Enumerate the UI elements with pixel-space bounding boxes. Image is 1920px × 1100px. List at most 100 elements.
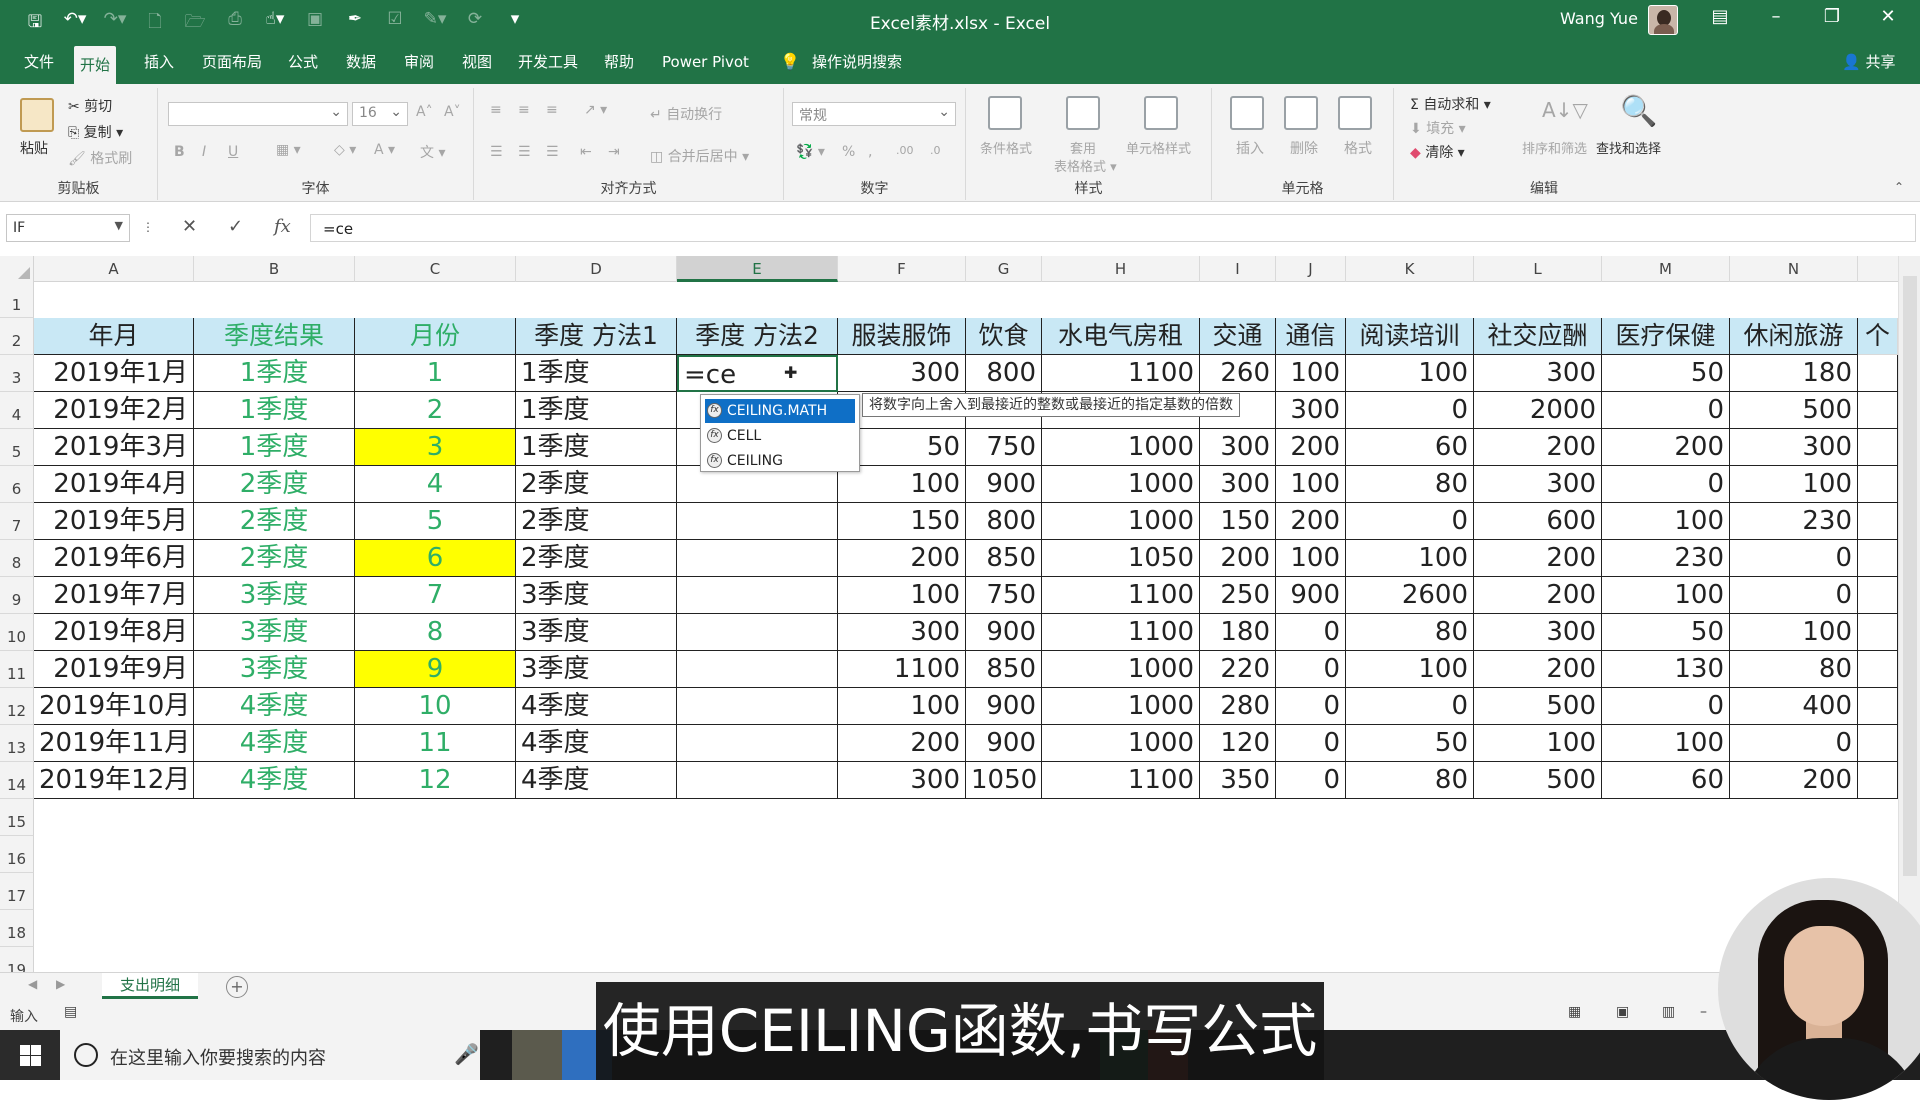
table-cell[interactable]: 100 bbox=[1276, 355, 1346, 392]
table-cell[interactable]: 7 bbox=[355, 577, 516, 614]
row-header-11[interactable]: 11 bbox=[0, 651, 34, 688]
table-cell[interactable]: 260 bbox=[1200, 355, 1276, 392]
minimize-icon[interactable]: – bbox=[1756, 6, 1796, 27]
format-cells-icon[interactable] bbox=[1338, 96, 1372, 130]
table-cell[interactable]: 6 bbox=[355, 540, 516, 577]
table-cell[interactable]: 130 bbox=[1602, 651, 1730, 688]
clear-button[interactable]: ◆ 清除 ▾ bbox=[1410, 142, 1465, 162]
table-cell[interactable]: 2019年7月 bbox=[34, 577, 194, 614]
table-cell[interactable]: 2600 bbox=[1346, 577, 1474, 614]
column-header-j[interactable]: J bbox=[1276, 256, 1346, 282]
collapse-ribbon-icon[interactable]: ⌃ bbox=[1894, 180, 1904, 194]
table-cell[interactable] bbox=[1858, 651, 1898, 688]
table-cell[interactable]: 3季度 bbox=[516, 577, 677, 614]
table-cell[interactable]: 0 bbox=[1730, 725, 1858, 762]
table-cell[interactable]: 100 bbox=[1346, 355, 1474, 392]
table-header-cell[interactable]: 交通 bbox=[1200, 318, 1276, 355]
table-cell[interactable]: 300 bbox=[1276, 392, 1346, 429]
format-as-table-icon[interactable] bbox=[1066, 96, 1100, 130]
autocomplete-item[interactable]: fx CELL bbox=[705, 424, 855, 448]
table-cell[interactable]: 200 bbox=[1730, 762, 1858, 799]
confirm-entry-icon[interactable]: ✓ bbox=[228, 216, 243, 237]
table-cell[interactable] bbox=[677, 651, 838, 688]
tell-me-search[interactable]: 操作说明搜索 bbox=[806, 40, 908, 84]
table-cell[interactable]: 1000 bbox=[1042, 466, 1200, 503]
table-cell[interactable] bbox=[677, 725, 838, 762]
formula-input[interactable]: =ce bbox=[310, 214, 1916, 242]
sheet-scroll-left-icon[interactable]: ◀ bbox=[28, 977, 37, 991]
table-header-cell[interactable]: 通信 bbox=[1276, 318, 1346, 355]
table-header-cell[interactable]: 饮食 bbox=[966, 318, 1042, 355]
select-all-button[interactable] bbox=[0, 256, 34, 282]
tab-insert[interactable]: 插入 bbox=[138, 40, 180, 84]
sheet-tab-expense-detail[interactable]: 支出明细 bbox=[102, 973, 198, 999]
row-header-12[interactable]: 12 bbox=[0, 688, 34, 725]
page-break-view-icon[interactable]: ▥ bbox=[1662, 1004, 1675, 1020]
table-cell[interactable] bbox=[677, 688, 838, 725]
table-cell[interactable]: 300 bbox=[1200, 429, 1276, 466]
table-header-cell[interactable]: 季度 方法1 bbox=[516, 318, 677, 355]
screenshot-icon[interactable]: ▣ bbox=[302, 9, 328, 38]
table-cell[interactable] bbox=[1858, 614, 1898, 651]
row-header-19[interactable]: 19 bbox=[0, 947, 34, 972]
orientation-icon[interactable]: ↗ ▾ bbox=[584, 102, 607, 118]
copy-button[interactable]: ⎘ 复制 ▾ bbox=[68, 122, 123, 142]
scrollbar-thumb[interactable] bbox=[1903, 276, 1917, 876]
format-painter-button[interactable]: 🖌 格式刷 bbox=[68, 148, 132, 168]
taskbar-search[interactable]: 在这里输入你要搜索的内容 🎤 bbox=[60, 1030, 480, 1080]
phonetic-icon[interactable]: 文 ▾ bbox=[420, 142, 445, 162]
table-cell[interactable]: 2季度 bbox=[194, 503, 355, 540]
align-center-icon[interactable]: ☰ bbox=[518, 144, 531, 160]
increase-indent-icon[interactable]: ⇥ bbox=[608, 144, 620, 160]
table-header-cell[interactable]: 水电气房租 bbox=[1042, 318, 1200, 355]
tab-developer[interactable]: 开发工具 bbox=[512, 40, 584, 84]
bold-button[interactable]: B bbox=[174, 144, 185, 160]
table-cell[interactable] bbox=[677, 614, 838, 651]
column-header-c[interactable]: C bbox=[355, 256, 516, 282]
table-cell[interactable]: 300 bbox=[1730, 429, 1858, 466]
table-cell[interactable]: 0 bbox=[1730, 540, 1858, 577]
tab-data[interactable]: 数据 bbox=[340, 40, 382, 84]
table-cell[interactable]: 500 bbox=[1474, 762, 1602, 799]
table-cell[interactable]: 0 bbox=[1276, 688, 1346, 725]
conditional-formatting-icon[interactable] bbox=[988, 96, 1022, 130]
table-cell[interactable]: 2019年11月 bbox=[34, 725, 194, 762]
table-cell[interactable]: 200 bbox=[1276, 429, 1346, 466]
table-cell[interactable]: 2季度 bbox=[516, 540, 677, 577]
wrap-text-button[interactable]: ↵ 自动换行 bbox=[650, 104, 722, 124]
comma-icon[interactable]: , bbox=[868, 144, 872, 160]
table-header-cell[interactable]: 年月 bbox=[34, 318, 194, 355]
table-header-cell[interactable]: 季度结果 bbox=[194, 318, 355, 355]
table-cell[interactable]: 200 bbox=[1474, 577, 1602, 614]
microphone-icon[interactable]: 🎤 bbox=[454, 1042, 479, 1066]
table-header-cell[interactable]: 社交应酬 bbox=[1474, 318, 1602, 355]
table-cell[interactable]: 200 bbox=[1276, 503, 1346, 540]
table-cell[interactable]: 500 bbox=[1730, 392, 1858, 429]
table-cell[interactable]: 2 bbox=[355, 392, 516, 429]
table-cell[interactable]: 2000 bbox=[1474, 392, 1602, 429]
table-header-cell[interactable]: 季度 方法2 bbox=[677, 318, 838, 355]
decrease-indent-icon[interactable]: ⇤ bbox=[580, 144, 592, 160]
table-cell[interactable]: 100 bbox=[1602, 577, 1730, 614]
column-header-i[interactable]: I bbox=[1200, 256, 1276, 282]
table-cell[interactable]: 1050 bbox=[1042, 540, 1200, 577]
row-header-9[interactable]: 9 bbox=[0, 577, 34, 614]
table-cell[interactable] bbox=[1858, 503, 1898, 540]
table-header-cell[interactable]: 阅读培训 bbox=[1346, 318, 1474, 355]
table-cell[interactable]: 250 bbox=[1200, 577, 1276, 614]
table-cell[interactable]: 1000 bbox=[1042, 651, 1200, 688]
print-preview-icon[interactable]: ⎙ bbox=[222, 9, 248, 38]
table-cell[interactable]: 180 bbox=[1200, 614, 1276, 651]
table-header-cell[interactable]: 服装服饰 bbox=[838, 318, 966, 355]
redo-icon[interactable]: ↷▾ bbox=[102, 9, 128, 38]
table-header-cell[interactable]: 个 bbox=[1858, 318, 1898, 355]
table-cell[interactable]: 200 bbox=[1474, 540, 1602, 577]
row-header-14[interactable]: 14 bbox=[0, 762, 34, 799]
check-icon[interactable]: ☑ bbox=[382, 9, 408, 38]
table-cell[interactable]: 4季度 bbox=[194, 688, 355, 725]
table-cell[interactable]: 2019年1月 bbox=[34, 355, 194, 392]
table-cell[interactable]: 1季度 bbox=[516, 392, 677, 429]
table-cell[interactable]: 300 bbox=[1474, 466, 1602, 503]
table-cell[interactable]: 1季度 bbox=[194, 392, 355, 429]
cut-button[interactable]: ✂ 剪切 bbox=[68, 96, 112, 116]
